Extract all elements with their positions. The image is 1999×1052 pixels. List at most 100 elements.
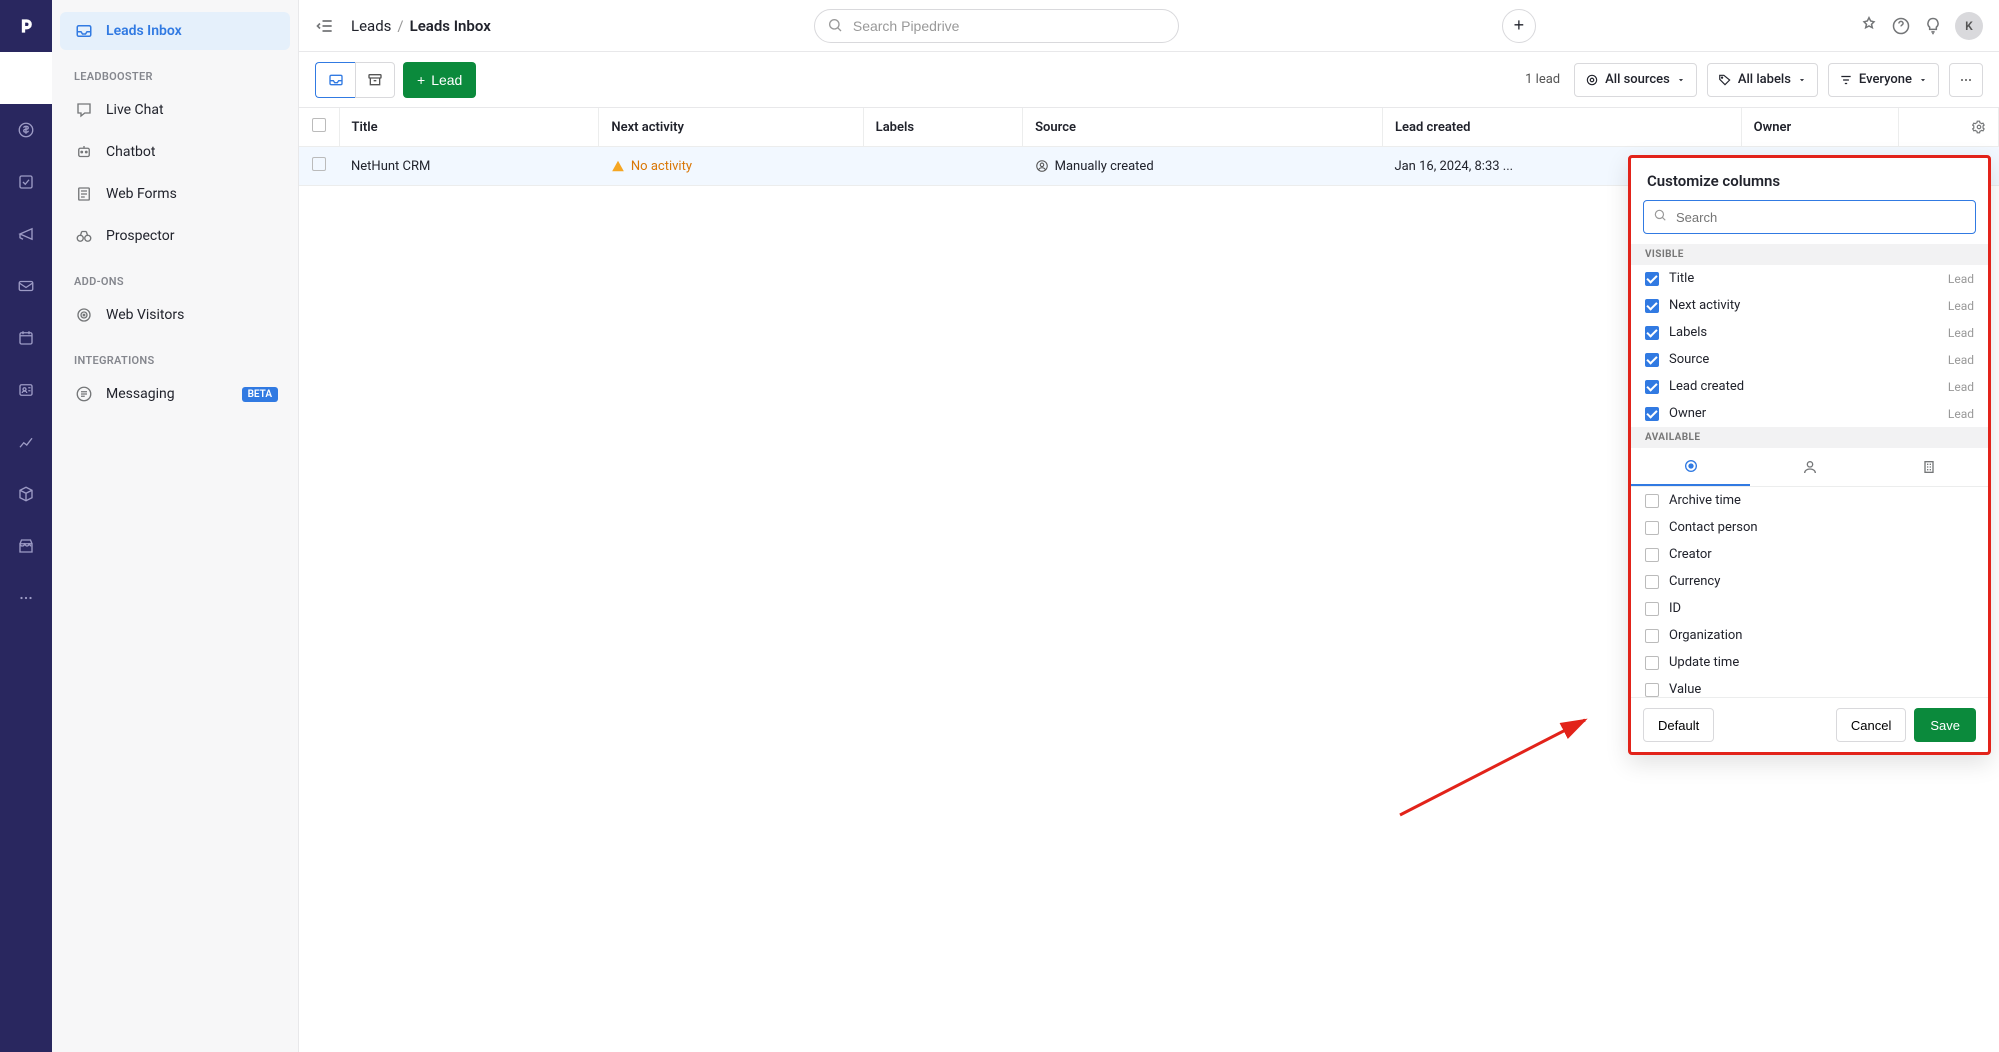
col-lead-created[interactable]: Lead created [1382, 108, 1741, 147]
sidebar-prospector[interactable]: Prospector [60, 217, 290, 255]
column-toggle[interactable]: Organization [1631, 622, 1988, 649]
checkbox-icon [1645, 353, 1659, 367]
column-label: Owner [1669, 406, 1706, 421]
collapse-sidebar-icon[interactable] [315, 16, 335, 36]
nav-campaigns[interactable] [0, 208, 52, 260]
column-toggle[interactable]: Update time [1631, 649, 1988, 676]
nav-leads[interactable] [0, 52, 52, 104]
nav-mail[interactable] [0, 260, 52, 312]
customize-columns-button[interactable] [1960, 108, 1999, 147]
column-toggle[interactable]: Currency [1631, 568, 1988, 595]
nav-marketplace[interactable] [0, 520, 52, 572]
sidebar-item-label: Web Forms [106, 186, 177, 202]
global-search-input[interactable] [814, 9, 1179, 43]
view-inbox-button[interactable] [315, 62, 355, 98]
column-label: Title [1669, 271, 1694, 286]
user-avatar[interactable]: K [1955, 12, 1983, 40]
chat-icon [74, 100, 94, 120]
column-category: Lead [1948, 299, 1974, 313]
sidebar-item-label: Messaging [106, 386, 175, 402]
help-icon[interactable] [1891, 16, 1911, 36]
filter-labels[interactable]: All labels [1707, 63, 1818, 97]
sidebar-messaging[interactable]: Messaging BETA [60, 375, 290, 413]
col-owner[interactable]: Owner [1741, 108, 1898, 147]
filter-sources[interactable]: All sources [1574, 63, 1697, 97]
column-label: Value [1669, 682, 1701, 697]
column-toggle[interactable]: SourceLead [1631, 346, 1988, 373]
column-search-input[interactable] [1643, 200, 1976, 234]
column-toggle[interactable]: Archive time [1631, 487, 1988, 514]
tab-person-fields[interactable] [1750, 448, 1869, 486]
column-toggle[interactable]: Next activity Lead [1631, 292, 1988, 319]
checkbox-icon [1645, 602, 1659, 616]
column-label: Source [1669, 352, 1709, 367]
sales-assistant-icon[interactable] [1859, 16, 1879, 36]
column-label: Next activity [1669, 298, 1740, 313]
cell-title: NetHunt CRM [339, 147, 599, 186]
sidebar-live-chat[interactable]: Live Chat [60, 91, 290, 129]
sidebar-web-visitors[interactable]: Web Visitors [60, 296, 290, 334]
form-icon [74, 184, 94, 204]
nav-projects[interactable] [0, 156, 52, 208]
nav-more[interactable] [0, 572, 52, 624]
checkbox-icon [1645, 575, 1659, 589]
search-icon [827, 17, 843, 33]
sidebar-chatbot[interactable]: Chatbot [60, 133, 290, 171]
quick-add-button[interactable]: + [1502, 9, 1536, 43]
sidebar-web-forms[interactable]: Web Forms [60, 175, 290, 213]
sidebar-item-label: Live Chat [106, 102, 164, 118]
col-next-activity[interactable]: Next activity [599, 108, 863, 147]
column-category: Lead [1948, 326, 1974, 340]
column-toggle[interactable]: Creator [1631, 541, 1988, 568]
sidebar-item-label: Chatbot [106, 144, 155, 160]
sidebar-leads-inbox[interactable]: Leads Inbox [60, 12, 290, 50]
col-labels[interactable]: Labels [863, 108, 1022, 147]
filter-owner[interactable]: Everyone [1828, 63, 1939, 97]
customize-columns-panel: Customize columns VISIBLE TitleLeadNext … [1628, 155, 1991, 755]
nav-contacts[interactable] [0, 364, 52, 416]
column-toggle[interactable]: Contact person [1631, 514, 1988, 541]
nav-insights[interactable] [0, 416, 52, 468]
nav-rail [0, 0, 52, 1052]
select-all-checkbox[interactable] [312, 118, 326, 132]
column-toggle[interactable]: Value [1631, 676, 1988, 697]
tab-org-fields[interactable] [1869, 448, 1988, 486]
column-label: Contact person [1669, 520, 1758, 535]
checkbox-icon [1645, 629, 1659, 643]
search-icon [1653, 208, 1667, 222]
view-archive-button[interactable] [355, 62, 395, 98]
default-button[interactable]: Default [1643, 708, 1714, 742]
nav-activities[interactable] [0, 312, 52, 364]
bot-icon [74, 142, 94, 162]
toolbar: + Lead 1 lead All sources All labels Eve [299, 52, 1999, 108]
binoculars-icon [74, 226, 94, 246]
nav-products[interactable] [0, 468, 52, 520]
column-toggle[interactable]: TitleLead [1631, 265, 1988, 292]
row-checkbox[interactable] [312, 157, 326, 171]
tab-lead-fields[interactable] [1631, 448, 1750, 486]
warning-icon [611, 159, 625, 173]
column-toggle[interactable]: ID [1631, 595, 1988, 622]
panel-title: Customize columns [1631, 158, 1988, 200]
lead-count: 1 lead [1525, 72, 1560, 87]
message-icon [74, 384, 94, 404]
checkbox-icon [1645, 299, 1659, 313]
column-toggle[interactable]: OwnerLead [1631, 400, 1988, 427]
plus-icon: + [417, 72, 425, 88]
col-title[interactable]: Title [339, 108, 599, 147]
cancel-button[interactable]: Cancel [1836, 708, 1906, 742]
cell-next-activity: No activity [599, 147, 863, 186]
tips-icon[interactable] [1923, 16, 1943, 36]
column-toggle[interactable]: Lead createdLead [1631, 373, 1988, 400]
topbar: Leads / Leads Inbox + K [299, 0, 1999, 52]
sidebar-item-label: Leads Inbox [106, 23, 182, 39]
add-lead-button[interactable]: + Lead [403, 62, 476, 98]
more-actions-button[interactable] [1949, 63, 1983, 97]
column-toggle[interactable]: LabelsLead [1631, 319, 1988, 346]
breadcrumb-current: Leads Inbox [410, 17, 491, 35]
checkbox-icon [1645, 656, 1659, 670]
col-source[interactable]: Source [1023, 108, 1383, 147]
save-button[interactable]: Save [1914, 708, 1976, 742]
nav-deals[interactable] [0, 104, 52, 156]
breadcrumb-root[interactable]: Leads [351, 17, 391, 35]
